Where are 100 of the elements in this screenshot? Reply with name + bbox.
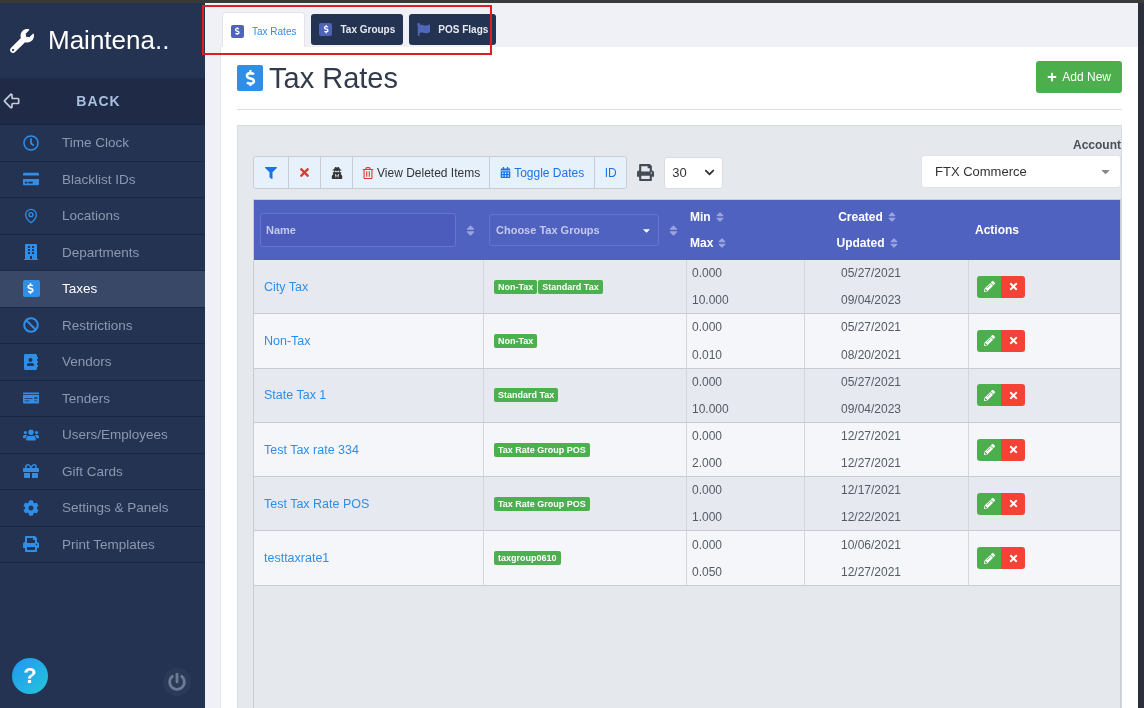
filter-button[interactable] <box>254 157 288 188</box>
column-header[interactable]: Created <box>838 210 898 224</box>
sort-icon[interactable] <box>464 223 477 237</box>
tab[interactable]: Tax Rates <box>222 12 306 49</box>
sidebar-item[interactable]: Vendors <box>0 344 205 381</box>
dollar-icon <box>237 65 263 91</box>
power-icon[interactable] <box>163 668 191 696</box>
delete-button[interactable] <box>1001 547 1025 570</box>
account-label: Account <box>1073 138 1121 152</box>
app-title: Maintena.. <box>48 25 170 56</box>
clear-button[interactable] <box>288 157 320 188</box>
min-value: 0.000 <box>692 374 723 389</box>
building-icon <box>23 244 39 261</box>
created-date: 05/27/2021 <box>840 374 902 389</box>
page-size-select[interactable]: 30 <box>664 156 724 189</box>
print-icon[interactable] <box>637 164 655 181</box>
min-value: 0.000 <box>692 483 723 498</box>
min-value: 0.000 <box>692 428 723 443</box>
gift-icon <box>23 463 39 480</box>
chevron-down-icon <box>704 167 716 178</box>
name-filter-field[interactable]: Name <box>260 213 456 247</box>
plus-icon <box>1047 72 1058 82</box>
min-value: 0.000 <box>692 537 723 552</box>
ban-icon <box>23 317 39 334</box>
edit-button[interactable] <box>977 275 1001 298</box>
column-header[interactable]: Max <box>690 236 800 250</box>
tax-group-tag: Tax Rate Group POS <box>494 442 590 457</box>
tax-rate-link[interactable]: Test Tax rate 334 <box>264 442 359 457</box>
edit-button[interactable] <box>977 438 1001 461</box>
updated-date: 09/04/2023 <box>840 401 902 416</box>
close-icon <box>298 166 311 179</box>
delete-button[interactable] <box>1001 492 1025 515</box>
page-title: Tax Rates <box>269 61 398 95</box>
dollar-icon <box>22 280 40 298</box>
id-button[interactable]: ID <box>594 157 627 188</box>
edit-button[interactable] <box>977 547 1001 570</box>
settings-icon <box>23 499 39 516</box>
tab[interactable]: Tax Groups <box>311 14 404 45</box>
dollar-icon <box>319 23 333 36</box>
filter-icon <box>265 166 277 179</box>
column-header[interactable]: Updated <box>836 236 900 250</box>
max-value: 0.010 <box>692 347 723 362</box>
tax-groups-select[interactable]: Choose Tax Groups <box>489 214 659 246</box>
tax-group-tag: Tax Rate Group POS <box>494 496 590 511</box>
max-value: 10.000 <box>692 401 729 416</box>
close-icon <box>1007 281 1019 293</box>
tax-group-tag: taxgroup0610 <box>494 551 561 566</box>
created-date: 05/27/2021 <box>840 320 902 335</box>
pencil-icon <box>983 552 995 564</box>
help-button[interactable]: ? <box>12 658 48 694</box>
delete-button[interactable] <box>1001 329 1025 352</box>
tax-rate-link[interactable]: State Tax 1 <box>264 388 327 403</box>
tax-group-tag: Standard Tax <box>494 388 559 403</box>
tax-rate-link[interactable]: City Tax <box>264 279 309 294</box>
updated-date: 09/04/2023 <box>840 293 902 308</box>
sidebar-item[interactable]: Gift Cards <box>0 453 205 490</box>
trash-icon <box>362 166 374 179</box>
tax-rate-link[interactable]: Non-Tax <box>264 333 311 348</box>
sidebar-item[interactable]: Taxes <box>0 271 205 308</box>
wrench-icon <box>10 28 34 53</box>
delete-button[interactable] <box>1001 438 1025 461</box>
close-icon <box>1007 552 1019 564</box>
view-deleted-button[interactable]: View Deleted Items <box>352 157 490 188</box>
spy-icon <box>330 166 343 179</box>
pencil-icon <box>983 444 995 456</box>
max-value: 1.000 <box>692 510 723 525</box>
sidebar-item[interactable]: Print Templates <box>0 526 205 563</box>
map-pin-icon <box>23 207 39 224</box>
close-icon <box>1007 498 1019 510</box>
edit-button[interactable] <box>977 329 1001 352</box>
close-icon <box>1007 444 1019 456</box>
close-icon <box>1007 389 1019 401</box>
sidebar-item[interactable]: Settings & Panels <box>0 490 205 527</box>
pencil-icon <box>983 389 995 401</box>
cash-icon <box>23 390 39 407</box>
incognito-button[interactable] <box>320 157 352 188</box>
edit-button[interactable] <box>977 384 1001 407</box>
toggle-dates-button[interactable]: Toggle Dates <box>489 157 595 188</box>
back-arrow-icon[interactable] <box>2 91 22 111</box>
edit-button[interactable] <box>977 492 1001 515</box>
add-new-button[interactable]: Add New <box>1036 61 1122 93</box>
delete-button[interactable] <box>1001 384 1025 407</box>
close-icon <box>1007 335 1019 347</box>
pencil-icon <box>983 498 995 510</box>
min-value: 0.000 <box>692 320 723 335</box>
tax-rate-link[interactable]: testtaxrate1 <box>264 551 330 566</box>
calendar-icon <box>500 167 512 178</box>
tax-group-tag: Standard Tax <box>538 279 603 294</box>
sort-icon[interactable] <box>667 223 680 237</box>
created-date: 12/17/2021 <box>840 483 902 498</box>
created-date: 10/06/2021 <box>840 537 902 552</box>
tab[interactable]: POS Flags <box>409 14 497 45</box>
delete-button[interactable] <box>1001 275 1025 298</box>
contact-card-icon <box>23 353 39 370</box>
updated-date: 12/27/2021 <box>840 456 902 471</box>
tax-rate-link[interactable]: Test Tax Rate POS <box>264 496 370 511</box>
max-value: 0.050 <box>692 564 723 579</box>
column-header[interactable]: Min <box>690 210 800 224</box>
account-select[interactable]: FTX Commerce <box>921 155 1121 188</box>
sidebar-item[interactable]: Tenders <box>0 380 205 417</box>
